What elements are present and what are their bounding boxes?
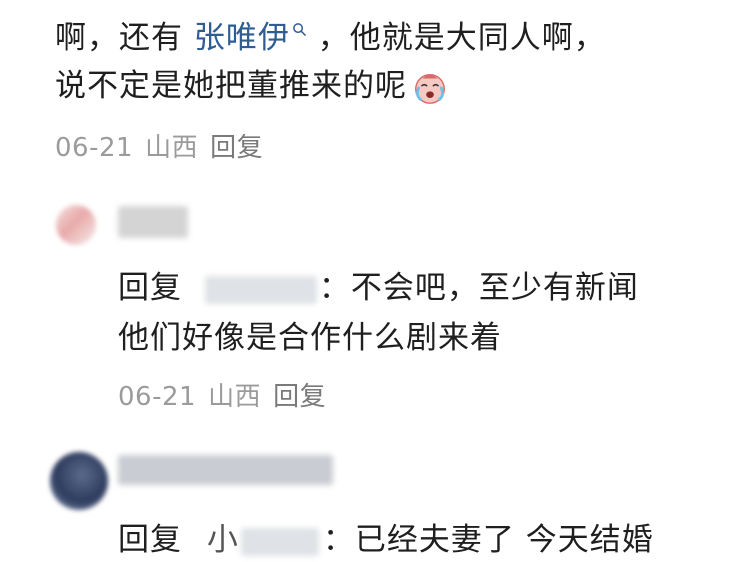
comment-text-after: ，他就是大同人啊， xyxy=(306,20,606,56)
comment-text-line2-content: 说不定是她把董推来的呢 xyxy=(55,68,407,104)
reply-location: 山西 xyxy=(208,382,262,412)
reply-text-line1: 回复 ：不会吧，至少有新闻 xyxy=(118,266,639,310)
reply-date: 06-21 xyxy=(118,382,197,412)
comment-date: 06-21 xyxy=(55,133,134,163)
mention-link[interactable]: 张唯伊 xyxy=(194,20,290,56)
comment-meta: 06-21 山西 回复 xyxy=(55,127,275,164)
reply-prefix: 回复 xyxy=(118,522,182,558)
crying-emoji-icon xyxy=(415,73,445,104)
reply-text-line1: 回复 小 ：已经夫妻了 今天结婚 xyxy=(118,518,654,562)
comment-text-line2: 说不定是她把董推来的呢 xyxy=(55,66,449,107)
reply-meta: 06-21 山西 回复 xyxy=(118,376,338,413)
reply-target-username[interactable] xyxy=(204,275,317,304)
reply-prefix: 回复 xyxy=(118,270,182,306)
reply-target-username[interactable] xyxy=(240,527,319,556)
reply-content-line2: 他们好像是合作什么剧来着 xyxy=(118,320,502,356)
comment-text-line1: 啊，还有 张唯伊 ，他就是大同人啊， xyxy=(55,18,606,58)
reply-text-line2: 他们好像是合作什么剧来着 xyxy=(118,316,502,360)
reply-target-visible[interactable]: 小 xyxy=(207,522,239,558)
comment-location: 山西 xyxy=(145,133,199,163)
search-icon[interactable] xyxy=(292,22,307,37)
avatar[interactable] xyxy=(56,205,96,245)
comment-text-before: 啊，还有 xyxy=(55,20,194,56)
reply-username[interactable] xyxy=(118,206,188,242)
reply-content-line1: ：不会吧，至少有新闻 xyxy=(318,270,639,306)
reply-username[interactable] xyxy=(118,455,333,489)
reply-content-line1: ：已经夫妻了 今天结婚 xyxy=(322,522,654,558)
comment-reply-button[interactable]: 回复 xyxy=(210,133,263,163)
avatar[interactable] xyxy=(50,452,108,510)
reply-reply-button[interactable]: 回复 xyxy=(273,382,326,412)
